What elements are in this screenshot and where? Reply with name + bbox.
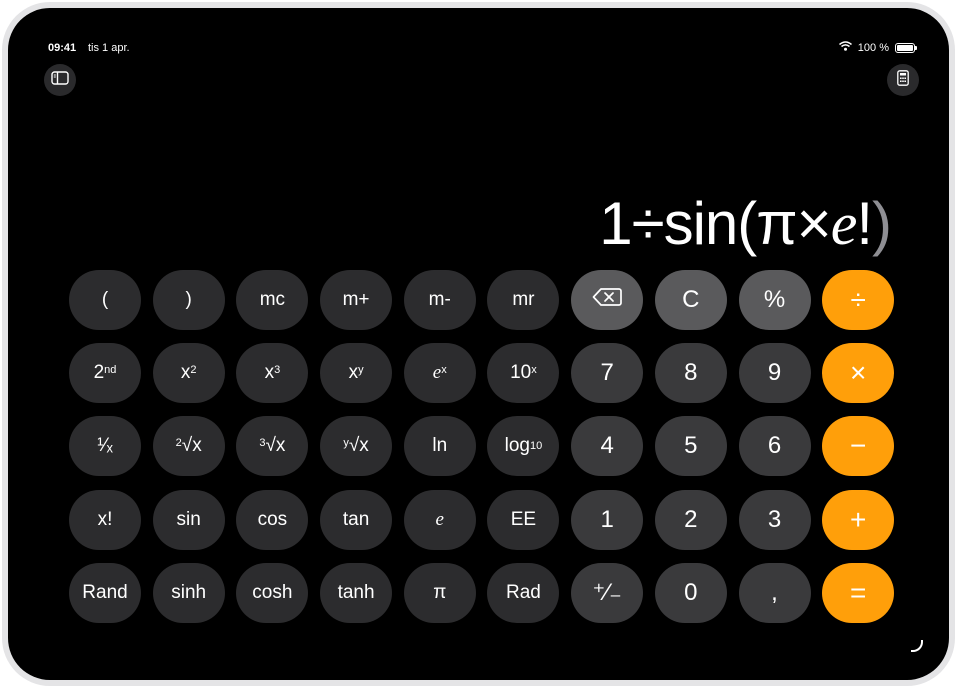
log10-key[interactable]: log 10 — [487, 416, 560, 477]
digit-4-key[interactable]: 4 — [571, 416, 644, 477]
digit-8-key[interactable]: 8 — [654, 343, 727, 404]
e-power-x-key[interactable]: ex — [403, 343, 476, 404]
corner-resize-handle[interactable] — [911, 640, 923, 652]
memory-subtract-key[interactable]: m- — [403, 270, 476, 330]
x-cubed-base: x — [264, 362, 275, 384]
backspace-key[interactable] — [571, 270, 644, 330]
ten-power-x-base: 10 — [510, 362, 532, 384]
clear-key[interactable]: C — [654, 270, 727, 330]
x-cubed-sup: 3 — [274, 364, 281, 377]
cube-root-key[interactable]: 3 √x — [236, 416, 309, 477]
close-paren-key[interactable]: ) — [152, 270, 225, 330]
battery-percent: 100 % — [857, 41, 889, 54]
sinh-key[interactable]: sinh — [152, 562, 225, 623]
sidebar-icon — [51, 70, 69, 90]
wifi-icon — [838, 41, 852, 54]
digit-3-key[interactable]: 3 — [738, 489, 811, 550]
log10-sub: 10 — [529, 440, 543, 453]
sidebar-toggle-button[interactable] — [44, 64, 76, 96]
calculator-mode-button[interactable] — [887, 64, 919, 96]
tanh-key[interactable]: tanh — [320, 562, 393, 623]
radian-key[interactable]: Rad — [487, 562, 560, 623]
factorial-key[interactable]: x! — [69, 489, 141, 550]
cosh-key[interactable]: cosh — [236, 562, 309, 623]
status-date: tis 1 apr. — [88, 42, 130, 54]
reciprocal-key[interactable]: ¹⁄ₓ — [69, 416, 141, 477]
square-root-key[interactable]: 2 √x — [152, 416, 225, 477]
subtract-key[interactable]: − — [822, 416, 895, 477]
x-squared-base: x — [180, 362, 191, 384]
x-power-y-sup: y — [358, 364, 364, 377]
x-squared-sup: 2 — [190, 364, 197, 377]
square-root-index: 2 — [175, 437, 182, 450]
memory-add-key[interactable]: m+ — [320, 270, 393, 330]
ten-power-x-sup: x — [531, 364, 537, 377]
backspace-icon — [592, 286, 622, 314]
memory-clear-key[interactable]: mc — [236, 270, 309, 330]
cube-root-body: √x — [265, 435, 286, 457]
device-frame: 09:41 tis 1 apr. 100 % 1÷sin(π×e!) () m… — [2, 2, 955, 686]
decimal-key[interactable]: , — [738, 562, 811, 623]
calculator-icon — [897, 69, 909, 91]
ten-power-x-key[interactable]: 10 x — [487, 343, 560, 404]
display-e: e — [830, 191, 858, 257]
digit-6-key[interactable]: 6 — [738, 416, 811, 477]
pi-key[interactable]: π — [403, 562, 476, 623]
x-cubed-key[interactable]: x3 — [236, 343, 309, 404]
second-function-key[interactable]: 2nd — [69, 343, 141, 404]
plus-minus-key[interactable]: ⁺⁄₋ — [571, 562, 644, 623]
digit-1-key[interactable]: 1 — [571, 489, 644, 550]
x-squared-key[interactable]: x2 — [152, 343, 225, 404]
x-power-y-base: x — [348, 362, 359, 384]
multiply-key[interactable]: × — [822, 343, 895, 404]
digit-5-key[interactable]: 5 — [654, 416, 727, 477]
keypad: ( ) mc m+ m- mr C % ÷ 2nd x2 x3 x y e x … — [69, 270, 895, 623]
second-base: 2 — [93, 362, 105, 384]
add-key[interactable]: + — [822, 489, 895, 550]
calculator-display: 1÷sin(π×e!) — [599, 191, 892, 257]
euler-key[interactable]: e — [403, 489, 476, 550]
digit-2-key[interactable]: 2 — [654, 489, 727, 550]
open-paren-key[interactable]: ( — [69, 270, 141, 330]
tan-key[interactable]: tan — [320, 489, 393, 550]
display-expression: 1÷sin(π× — [599, 190, 831, 257]
y-root-key[interactable]: y √x — [320, 416, 393, 477]
e-power-x-base: e — [432, 362, 442, 384]
second-sup: nd — [104, 364, 117, 377]
sin-key[interactable]: sin — [152, 489, 225, 550]
equals-key[interactable]: = — [822, 562, 895, 623]
percent-key[interactable]: % — [738, 270, 811, 330]
cube-root-index: 3 — [259, 437, 266, 450]
battery-icon — [895, 42, 917, 53]
display-pending-paren: ) — [872, 190, 892, 257]
divide-key[interactable]: ÷ — [822, 270, 895, 330]
display-factorial: ! — [856, 190, 873, 257]
square-root-body: √x — [181, 435, 202, 457]
cos-key[interactable]: cos — [236, 489, 309, 550]
rand-key[interactable]: Rand — [69, 562, 141, 623]
status-indicators: 100 % — [838, 41, 917, 54]
digit-0-key[interactable]: 0 — [654, 562, 727, 623]
ee-key[interactable]: EE — [487, 489, 560, 550]
digit-7-key[interactable]: 7 — [571, 343, 644, 404]
e-power-x-sup: x — [441, 364, 447, 377]
memory-recall-key[interactable]: mr — [487, 270, 560, 330]
y-root-body: √x — [348, 435, 369, 457]
natural-log-key[interactable]: ln — [403, 416, 476, 477]
calculator-screen: 09:41 tis 1 apr. 100 % 1÷sin(π×e!) () m… — [8, 8, 949, 680]
digit-9-key[interactable]: 9 — [738, 343, 811, 404]
x-power-y-key[interactable]: xy — [320, 343, 393, 404]
status-time: 09:41 — [48, 42, 77, 54]
y-root-index: y — [343, 437, 349, 450]
log10-base: log — [504, 435, 530, 457]
